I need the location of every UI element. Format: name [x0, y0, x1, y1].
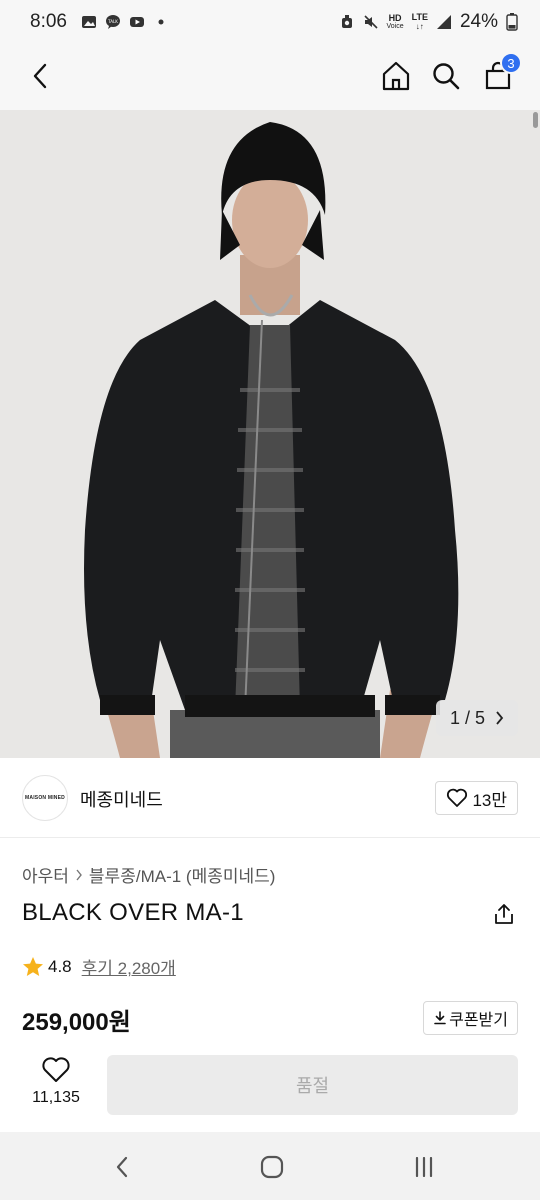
alarm-icon — [341, 15, 352, 28]
search-button[interactable] — [426, 56, 466, 96]
image-counter[interactable]: 1 / 5 — [435, 700, 518, 736]
coupon-button[interactable]: 쿠폰받기 — [423, 1001, 518, 1035]
data-arrows-icon: ↓↑ — [415, 22, 424, 31]
review-count-link[interactable]: 후기 2,280개 — [82, 954, 176, 979]
action-bar: 11,135 품절 — [0, 1040, 540, 1132]
home-button[interactable] — [376, 56, 416, 96]
breadcrumb-item-outer[interactable]: 아우터 — [22, 862, 69, 887]
cart-count-badge: 3 — [500, 52, 522, 74]
back-button[interactable] — [20, 56, 60, 96]
scrollbar-thumb[interactable] — [533, 112, 538, 128]
dot-icon — [158, 19, 164, 25]
soldout-label: 품절 — [295, 1076, 330, 1096]
image-counter-text: 1 / 5 — [449, 707, 485, 728]
talk-icon: TALK — [105, 15, 120, 29]
system-home-button[interactable] — [257, 1152, 287, 1182]
chevron-right-icon — [76, 869, 82, 880]
battery-icon — [506, 13, 518, 31]
download-icon — [434, 1011, 446, 1025]
brand-name[interactable]: 메종미네드 — [80, 786, 163, 812]
signal-icon — [436, 15, 451, 29]
rating-row: 4.8 후기 2,280개 — [22, 954, 176, 979]
gallery-icon — [81, 16, 96, 28]
brand-like-count: 13만 — [472, 790, 507, 810]
top-nav: 3 — [0, 44, 540, 110]
share-button[interactable] — [492, 902, 516, 926]
price: 259,000원 — [22, 1009, 131, 1036]
youtube-icon — [129, 17, 144, 27]
system-back-button[interactable] — [107, 1152, 137, 1182]
brand-logo[interactable]: MAISON MINED — [22, 775, 68, 821]
voice-label: Voice — [386, 23, 404, 30]
home-circle-icon — [260, 1155, 284, 1179]
svg-text:TALK: TALK — [107, 19, 118, 24]
recents-icon — [415, 1157, 433, 1177]
coupon-label: 쿠폰받기 — [449, 1012, 508, 1029]
search-icon — [433, 63, 460, 90]
chevron-right-icon — [496, 711, 504, 725]
rating-value: 4.8 — [48, 956, 72, 976]
breadcrumb: 아우터 블루종/MA-1 (메종미네드) — [22, 862, 275, 887]
star-icon — [23, 956, 43, 976]
breadcrumb-item-category[interactable]: 블루종/MA-1 (메종미네드) — [89, 862, 276, 887]
battery-percent: 24% — [459, 11, 498, 32]
system-recents-button[interactable] — [409, 1152, 439, 1182]
cart-button[interactable]: 3 — [478, 52, 522, 96]
home-icon — [382, 61, 410, 91]
lte-label: LTE — [411, 12, 428, 22]
brand-row: MAISON MINED 메종미네드 13만 — [0, 758, 540, 838]
product-title: BLACK OVER MA-1 — [22, 899, 244, 926]
brand-like-button[interactable]: 13만 — [435, 781, 518, 815]
share-icon — [495, 904, 513, 924]
status-bar: 8:06 TALK HD Voice LTE ↓↑ 24% — [0, 0, 540, 44]
mute-icon — [363, 15, 378, 29]
status-time: 8:06 — [30, 11, 67, 32]
product-photo — [0, 110, 540, 758]
soldout-button[interactable]: 품절 — [107, 1055, 518, 1115]
wishlist-button[interactable]: 11,135 — [22, 1056, 90, 1116]
heart-icon — [447, 788, 468, 807]
chevron-left-icon — [116, 1156, 128, 1178]
brand-logo-text: MAISON MINED — [25, 795, 65, 801]
product-image[interactable]: 1 / 5 — [0, 110, 540, 758]
chevron-left-icon — [33, 63, 47, 89]
heart-icon — [42, 1057, 70, 1082]
hd-label: HD — [388, 13, 402, 23]
system-nav-bar — [0, 1132, 540, 1200]
wishlist-count: 11,135 — [32, 1089, 80, 1106]
